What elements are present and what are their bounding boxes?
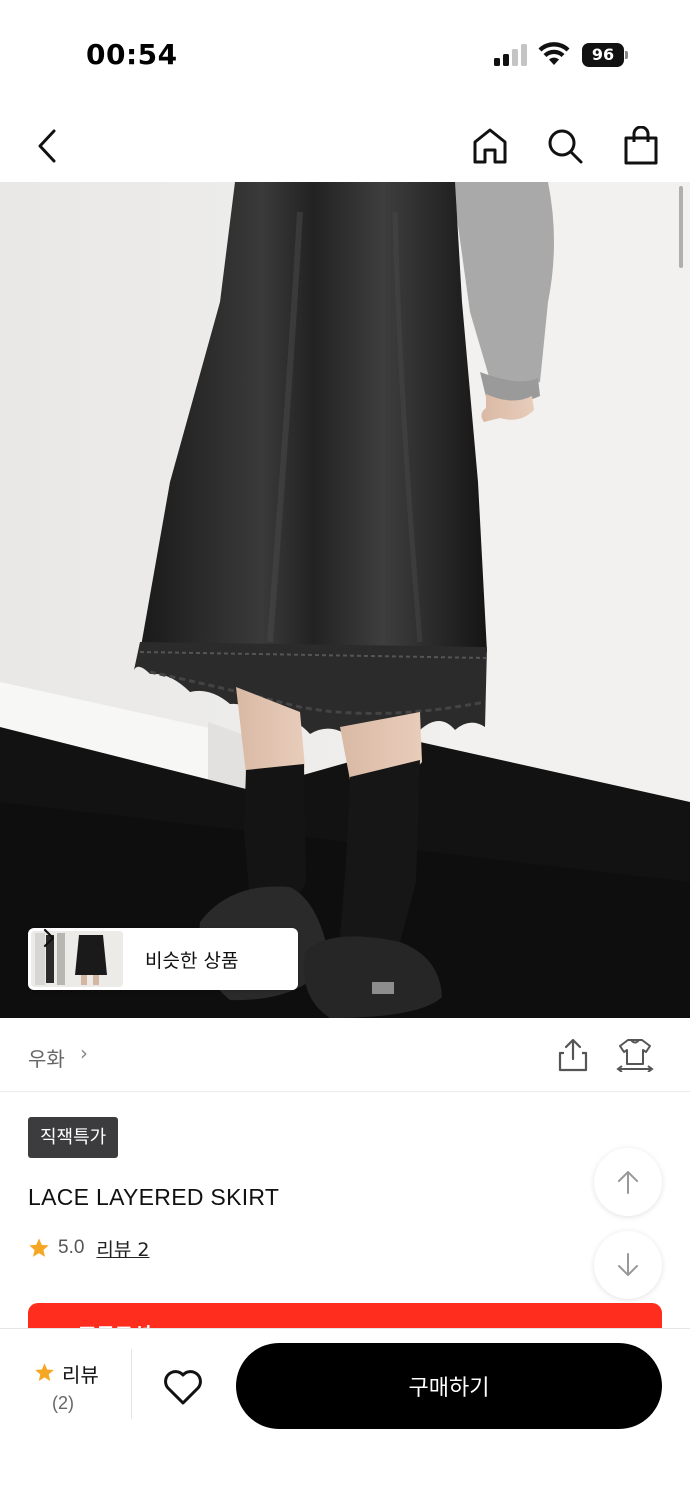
search-button[interactable] <box>543 124 587 168</box>
star-icon <box>29 1238 49 1257</box>
product-title: LACE LAYERED SKIRT <box>28 1184 280 1210</box>
wifi-icon <box>538 42 570 65</box>
search-icon <box>548 129 583 164</box>
rating-value: 5.0 <box>58 1237 85 1258</box>
arrow-down-icon <box>618 1253 638 1276</box>
star-icon <box>35 1363 54 1381</box>
review-tab-label: 리뷰 <box>62 1363 99 1387</box>
shopping-bag-icon <box>624 126 658 165</box>
review-tab-button[interactable]: 리뷰 (2) <box>0 1357 130 1417</box>
product-photo <box>0 182 690 1018</box>
buy-button[interactable]: 구매하기 <box>236 1343 662 1429</box>
scroll-down-button[interactable] <box>594 1231 662 1299</box>
home-button[interactable] <box>468 124 512 168</box>
heart-icon[interactable] <box>162 1367 204 1407</box>
product-image[interactable]: 비슷한 상품 <box>0 182 690 1018</box>
chevron-right-icon: › <box>80 1041 88 1065</box>
bottom-action-bar: 리뷰 (2) 구매하기 <box>0 1328 690 1500</box>
image-scroll-indicator <box>679 186 683 268</box>
deal-badge: 직잭특가 <box>28 1117 119 1158</box>
battery-icon: 96 <box>582 43 628 67</box>
signal-icon <box>494 44 527 66</box>
chevron-right-icon <box>43 928 55 948</box>
home-icon <box>473 128 507 164</box>
rating-row: 5.0 리뷰 2 <box>28 1235 150 1262</box>
arrow-up-icon <box>618 1171 638 1194</box>
status-time: 00:54 <box>86 38 178 71</box>
try-on-icon[interactable] <box>616 1038 654 1072</box>
status-bar: 00:54 96 <box>0 0 690 110</box>
similar-products-button[interactable]: 비슷한 상품 <box>28 928 298 990</box>
nav-bar <box>0 110 690 182</box>
review-tab-count: (2) <box>52 1393 74 1413</box>
share-icon[interactable] <box>556 1038 590 1072</box>
back-icon <box>38 129 56 163</box>
similar-products-label: 비슷한 상품 <box>145 949 239 972</box>
review-count-link[interactable]: 리뷰 2 <box>96 1235 149 1262</box>
back-button[interactable] <box>26 124 70 168</box>
scroll-up-button[interactable] <box>594 1148 662 1216</box>
battery-level: 96 <box>582 43 624 67</box>
cart-button[interactable] <box>619 124 663 168</box>
brand-row: 우화 › <box>0 1018 690 1092</box>
divider <box>131 1349 132 1419</box>
brand-name-link[interactable]: 우화 <box>28 1043 65 1072</box>
